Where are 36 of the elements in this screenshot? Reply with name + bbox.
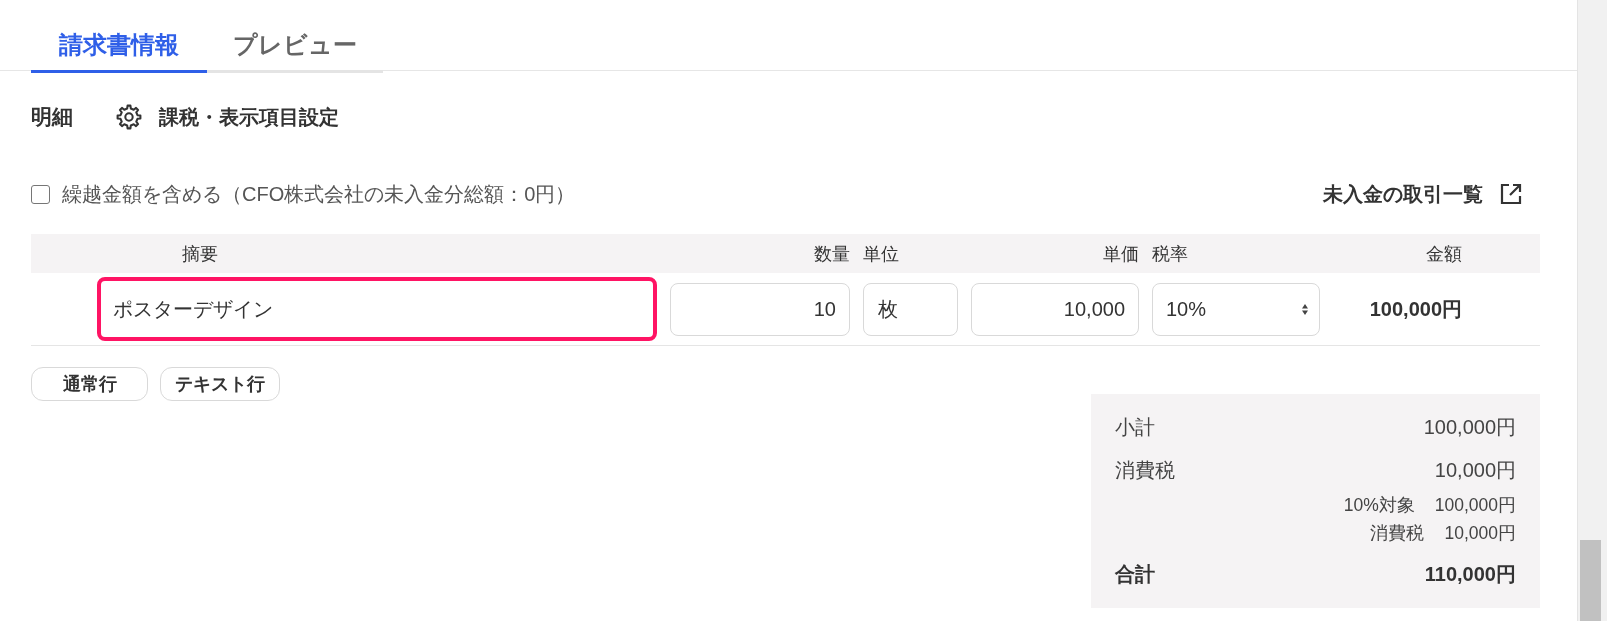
tax-detail-value: 100,000円 (1434, 494, 1516, 517)
column-header: 単位 (863, 242, 899, 266)
tax-detail-label: 消費税 (1370, 522, 1425, 545)
add-row-button[interactable]: テキスト行 (160, 367, 280, 401)
unit-price-input[interactable]: 10,000 (971, 282, 1139, 336)
checkbox[interactable] (31, 184, 50, 204)
tab[interactable]: プレビュー (207, 0, 383, 73)
description-input[interactable]: ポスターデザイン (97, 277, 657, 341)
tax-rate-select[interactable]: 10% (1152, 282, 1320, 336)
column-header: 数量 (814, 242, 850, 266)
column-header: 単価 (1103, 242, 1139, 266)
tax-detail-value: 10,000円 (1444, 522, 1516, 545)
checkbox-label: 繰越金額を含める（CFO株式会社の未入金分総額：0円） (62, 181, 576, 207)
summary-label: 消費税 (1115, 457, 1175, 483)
tab[interactable]: 請求書情報 (31, 0, 207, 73)
scrollbar-track[interactable] (1577, 0, 1607, 621)
scrollbar-thumb[interactable] (1580, 540, 1601, 621)
column-header: 税率 (1152, 242, 1188, 266)
total-label: 合計 (1115, 561, 1155, 587)
unit-input[interactable]: 枚 (863, 282, 958, 336)
summary-label: 小計 (1115, 414, 1155, 440)
add-row-button[interactable]: 通常行 (31, 367, 148, 401)
updown-caret-icon (1302, 303, 1308, 315)
unpaid-transactions-link[interactable]: 未入金の取引一覧 (1323, 180, 1523, 208)
section-title: 明細 (31, 104, 73, 130)
summary-value: 100,000円 (1423, 414, 1516, 440)
quantity-input[interactable]: 10 (670, 282, 850, 336)
external-link-icon (1499, 182, 1523, 206)
settings-button[interactable]: 課税・表示項目設定 (116, 103, 339, 131)
total-value: 110,000円 (1424, 561, 1516, 587)
gear-icon (116, 104, 142, 130)
summary-value: 10,000円 (1434, 457, 1516, 483)
column-header: 摘要 (182, 242, 218, 266)
column-header: 金額 (1426, 242, 1462, 266)
tax-detail-label: 10%対象 (1343, 494, 1415, 517)
amount-cell-text: 100,000円 (1369, 296, 1462, 322)
